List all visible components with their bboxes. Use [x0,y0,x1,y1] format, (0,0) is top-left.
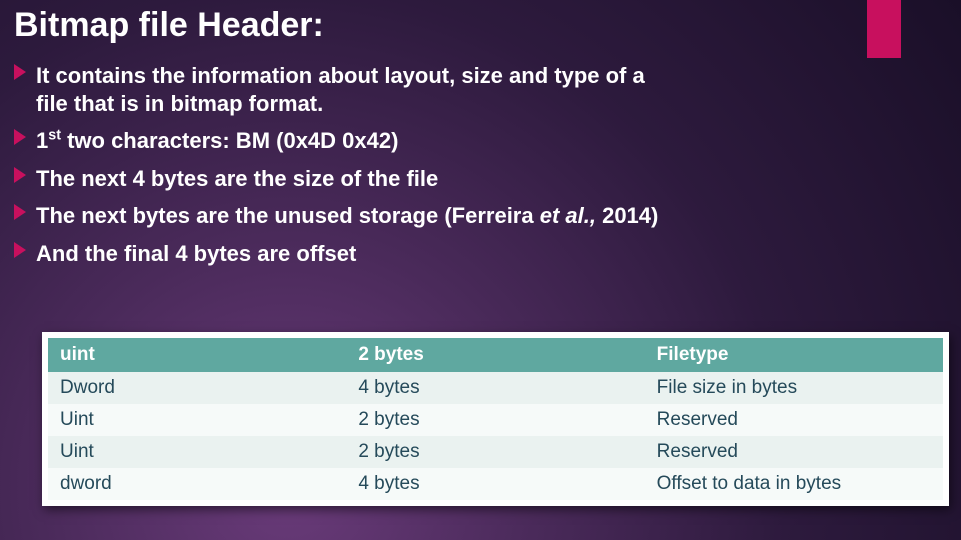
bullet-item: And the final 4 bytes are offset [14,240,661,268]
table-cell: 2 bytes [346,436,644,468]
table-cell: 4 bytes [346,372,644,404]
table-row: Uint 2 bytes Reserved [48,436,943,468]
table-cell: File size in bytes [645,372,943,404]
table-cell: Offset to data in bytes [645,468,943,500]
table-cell: 2 bytes [346,404,644,436]
table-cell: Reserved [645,404,943,436]
table-cell: dword [48,468,346,500]
table-cell: Uint [48,436,346,468]
bullet-text: It contains the information about layout… [36,63,645,116]
bullet-item: It contains the information about layout… [14,62,661,117]
bullet-text: The next 4 bytes are the size of the fil… [36,166,438,191]
table-cell: Uint [48,404,346,436]
table-header-row: uint 2 bytes Filetype [48,338,943,372]
header-table: uint 2 bytes Filetype Dword 4 bytes File… [48,338,943,500]
table-row: Uint 2 bytes Reserved [48,404,943,436]
table-row: Dword 4 bytes File size in bytes [48,372,943,404]
table-cell: 4 bytes [346,468,644,500]
bullet-arrow-icon [14,242,26,258]
bullet-arrow-icon [14,167,26,183]
table-container: uint 2 bytes Filetype Dword 4 bytes File… [42,332,949,506]
bullet-text: 2014) [596,203,658,228]
slide: Bitmap file Header: It contains the info… [0,0,961,540]
bullet-arrow-icon [14,129,26,145]
accent-bar [867,0,901,58]
bullet-text: The next bytes are the unused storage (F… [36,203,540,228]
table-header-cell: uint [48,338,346,372]
table-cell: Reserved [645,436,943,468]
bullet-text: two characters: BM (0x4D 0x42) [61,128,398,153]
bullet-item: The next 4 bytes are the size of the fil… [14,165,661,193]
bullet-sup: st [48,128,61,144]
table-cell: Dword [48,372,346,404]
bullet-arrow-icon [14,204,26,220]
bullet-item: 1st two characters: BM (0x4D 0x42) [14,127,661,155]
bullet-ital: et al., [540,203,596,228]
bullet-text: 1 [36,128,48,153]
bullet-text: And the final 4 bytes are offset [36,241,356,266]
bullet-arrow-icon [14,64,26,80]
table-row: dword 4 bytes Offset to data in bytes [48,468,943,500]
bullet-list: It contains the information about layout… [14,62,661,277]
slide-title: Bitmap file Header: [14,6,324,45]
table-header-cell: Filetype [645,338,943,372]
table-header-cell: 2 bytes [346,338,644,372]
bullet-item: The next bytes are the unused storage (F… [14,202,661,230]
